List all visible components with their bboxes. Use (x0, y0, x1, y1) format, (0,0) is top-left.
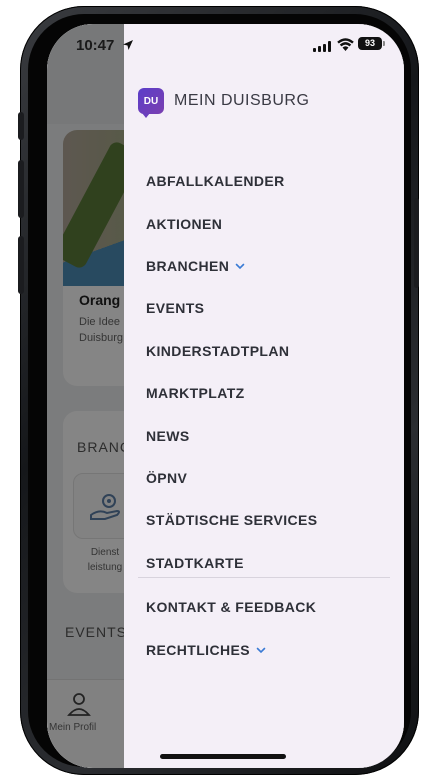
menu-item-marktplatz[interactable]: MARKTPLATZ (146, 372, 396, 414)
menu-item-events[interactable]: EVENTS (146, 287, 396, 329)
app-name: MEIN DUISBURG (174, 92, 310, 109)
status-bar: 10:47 93 (47, 24, 404, 66)
du-logo: DU (138, 88, 164, 118)
chevron-down-icon[interactable] (256, 645, 266, 655)
menu-item-label: NEWS (146, 427, 190, 444)
menu-item-abfallkalender[interactable]: ABFALLKALENDER (146, 160, 396, 202)
menu-item-label: STADTKARTE (146, 554, 244, 571)
menu-item-label: KINDERSTADTPLAN (146, 342, 290, 359)
wifi-icon (337, 38, 354, 51)
status-time: 10:47 (76, 37, 115, 54)
menu-item-label: EVENTS (146, 300, 205, 317)
menu-item-rechtliches[interactable]: RECHTLICHES (146, 628, 396, 670)
drawer-header: DU MEIN DUISBURG (138, 88, 310, 118)
menu-item-kontakt-feedback[interactable]: KONTAKT & FEEDBACK (146, 586, 396, 628)
location-arrow-icon (123, 40, 133, 50)
side-menu-drawer: DU MEIN DUISBURG ABFALLKALENDER AKTIONEN B… (124, 24, 404, 768)
menu-divider (138, 577, 390, 578)
phone-screen: Orang Die Idee Duisburg BRANC Dienst lei… (47, 24, 404, 768)
battery-cap (383, 41, 385, 46)
power-button (414, 198, 419, 288)
menu-item-branchen[interactable]: BRANCHEN (146, 245, 396, 287)
menu-item-label: AKTIONEN (146, 215, 223, 232)
menu-item-news[interactable]: NEWS (146, 414, 396, 456)
secondary-menu: KONTAKT & FEEDBACK RECHTLICHES (146, 586, 396, 671)
menu-item-label: STÄDTISCHE SERVICES (146, 512, 318, 529)
menu-item-aktionen[interactable]: AKTIONEN (146, 202, 396, 244)
chevron-down-icon[interactable] (235, 261, 245, 271)
home-indicator[interactable] (160, 754, 286, 759)
main-menu: ABFALLKALENDER AKTIONEN BRANCHEN EVENTS KIND… (146, 160, 396, 584)
volume-up-button (18, 160, 24, 218)
menu-item-label: BRANCHEN (146, 257, 230, 274)
battery-indicator: 93 (358, 37, 382, 50)
menu-item-städtische-services[interactable]: STÄDTISCHE SERVICES (146, 499, 396, 541)
mute-switch (18, 112, 24, 140)
volume-down-button (18, 236, 24, 294)
cellular-signal-icon (313, 41, 331, 52)
menu-item-label: RECHTLICHES (146, 641, 250, 658)
menu-item-kinderstadtplan[interactable]: KINDERSTADTPLAN (146, 330, 396, 372)
menu-item-öpnv[interactable]: ÖPNV (146, 457, 396, 499)
menu-item-label: ÖPNV (146, 469, 188, 486)
menu-item-label: ABFALLKALENDER (146, 173, 285, 190)
menu-item-label: KONTAKT & FEEDBACK (146, 599, 317, 616)
menu-item-label: MARKTPLATZ (146, 385, 245, 402)
